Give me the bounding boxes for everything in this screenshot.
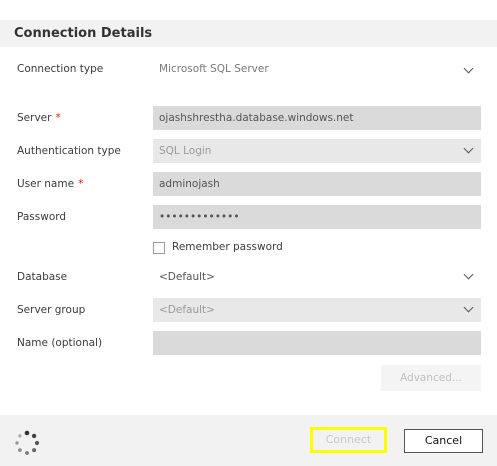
database-label: Database xyxy=(17,271,68,283)
name-optional-label: Name (optional) xyxy=(17,337,103,349)
chevron-down-icon xyxy=(463,143,474,154)
connection-details-header: Connection Details xyxy=(0,20,497,47)
connection-type-label: Connection type xyxy=(17,63,104,75)
server-value: ojashshrestha.database.windows.net xyxy=(159,112,354,124)
page-title: Connection Details xyxy=(14,26,153,41)
password-input[interactable]: ••••••••••••• xyxy=(153,205,481,229)
user-name-input[interactable]: adminojash xyxy=(153,172,481,196)
server-group-select[interactable]: <Default> xyxy=(153,298,481,322)
auth-type-value: SQL Login xyxy=(159,145,212,157)
chevron-down-icon xyxy=(463,63,474,74)
password-label: Password xyxy=(17,211,67,223)
chevron-down-icon xyxy=(463,269,474,280)
user-name-label: User name * xyxy=(17,178,83,190)
password-value: ••••••••••••• xyxy=(159,211,240,223)
dialog-footer: Connect Cancel xyxy=(0,415,497,466)
remember-password-checkbox[interactable] xyxy=(153,242,165,254)
connection-type-select[interactable]: Microsoft SQL Server xyxy=(153,57,481,81)
cancel-button[interactable]: Cancel xyxy=(404,429,483,453)
remember-password-label[interactable]: Remember password xyxy=(172,241,283,253)
server-label: Server * xyxy=(17,112,61,124)
required-mark: * xyxy=(78,178,84,190)
loading-spinner-icon xyxy=(15,430,40,455)
user-name-label-text: User name xyxy=(17,178,75,190)
server-group-value: <Default> xyxy=(159,304,215,316)
auth-type-label: Authentication type xyxy=(17,145,121,157)
server-input[interactable]: ojashshrestha.database.windows.net xyxy=(153,106,481,130)
auth-type-select[interactable]: SQL Login xyxy=(153,139,481,163)
server-group-label: Server group xyxy=(17,304,86,316)
chevron-down-icon xyxy=(463,302,474,313)
database-select[interactable]: <Default> xyxy=(153,265,481,289)
connect-button[interactable]: Connect xyxy=(310,427,387,453)
advanced-button[interactable]: Advanced... xyxy=(381,365,481,391)
required-mark: * xyxy=(55,112,61,124)
user-name-value: adminojash xyxy=(159,178,220,190)
connection-type-value: Microsoft SQL Server xyxy=(159,63,269,75)
server-label-text: Server xyxy=(17,112,52,124)
name-optional-input[interactable] xyxy=(153,331,481,355)
database-value: <Default> xyxy=(159,271,215,283)
